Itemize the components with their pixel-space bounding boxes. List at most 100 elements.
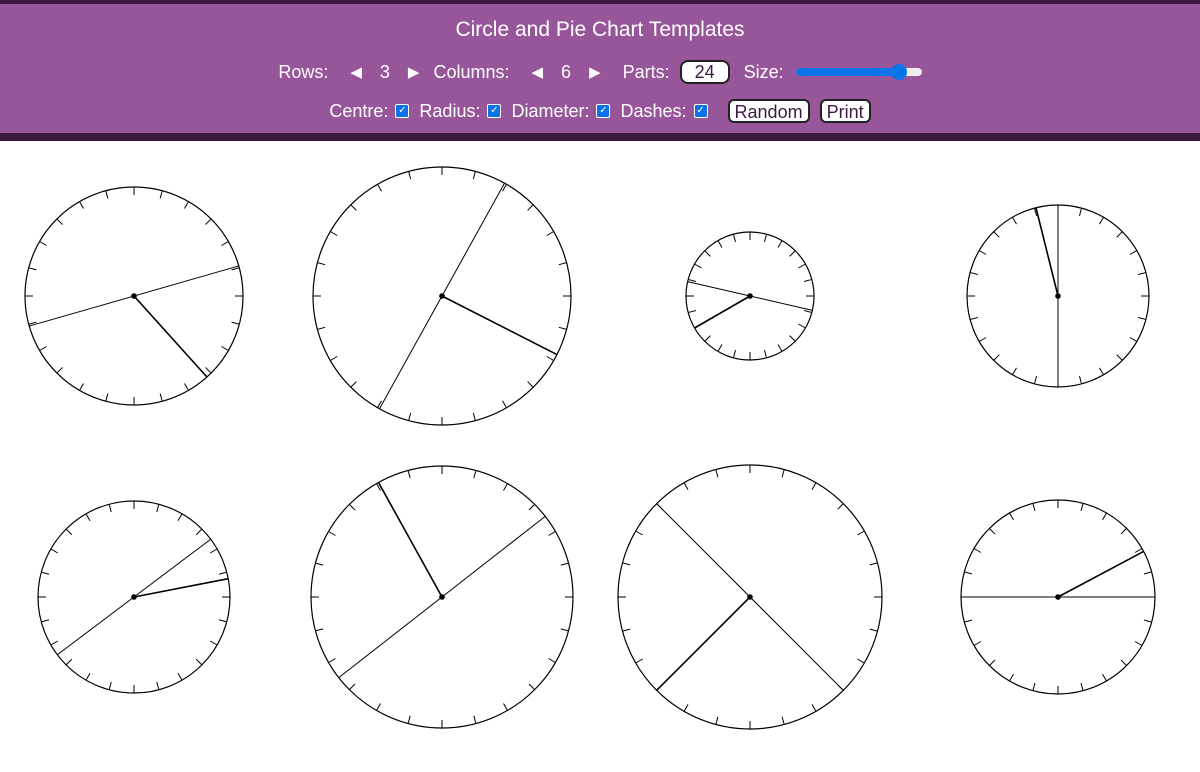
tick-mark <box>781 716 785 725</box>
radius-line <box>133 295 208 378</box>
radius-line <box>656 596 751 691</box>
tick-mark <box>622 628 631 632</box>
radius-checkbox[interactable]: ✓ <box>487 104 502 118</box>
tick-mark <box>969 271 978 276</box>
tick-mark <box>732 349 736 358</box>
tick-mark <box>560 628 569 632</box>
tick-mark <box>837 503 844 510</box>
tick-mark <box>205 218 212 225</box>
columns-decrease-icon[interactable]: ◀ <box>524 63 552 81</box>
tick-mark <box>1099 216 1104 225</box>
tick-mark <box>184 383 189 391</box>
tick-mark <box>1080 682 1084 691</box>
columns-value: 6 <box>561 61 572 82</box>
tick-mark <box>527 381 534 388</box>
tick-mark <box>1009 512 1014 521</box>
tick-mark <box>764 234 768 243</box>
tick-mark <box>156 504 160 513</box>
tick-mark <box>989 528 996 535</box>
tick-mark <box>317 326 326 330</box>
tick-mark <box>85 672 91 681</box>
tick-mark <box>1032 503 1036 512</box>
tick-mark <box>105 393 109 402</box>
tick-mark <box>184 201 189 209</box>
centre-dot <box>747 293 753 299</box>
tick-mark <box>156 681 160 690</box>
rows-decrease-icon[interactable]: ◀ <box>342 63 370 81</box>
tick-mark <box>1102 512 1107 521</box>
tick-mark <box>964 571 973 575</box>
tick-mark <box>408 412 412 421</box>
random-button[interactable]: Random <box>727 99 810 123</box>
tick-mark <box>704 335 711 342</box>
centre-dot <box>439 594 445 600</box>
tick-mark <box>1078 207 1083 216</box>
print-button[interactable]: Print <box>819 99 871 123</box>
tick-mark <box>688 310 697 314</box>
tick-mark <box>177 672 183 681</box>
tick-mark <box>857 658 865 664</box>
tick-mark <box>978 337 987 342</box>
tick-mark <box>1078 376 1083 385</box>
tick-mark <box>546 231 554 236</box>
tick-mark <box>350 204 357 211</box>
tick-mark <box>973 548 982 553</box>
diameter-checkbox[interactable]: ✓ <box>596 104 611 118</box>
tick-mark <box>560 562 569 566</box>
tick-mark <box>79 201 84 209</box>
dashes-checkbox[interactable]: ✓ <box>693 104 708 118</box>
tick-mark <box>857 530 865 536</box>
parts-label: Parts: <box>622 61 670 82</box>
tick-mark <box>159 393 163 402</box>
tick-mark <box>1033 376 1038 385</box>
tick-mark <box>548 658 556 663</box>
tick-mark <box>1138 271 1147 276</box>
tick-mark <box>558 262 567 266</box>
radius-line <box>133 577 229 598</box>
tick-mark <box>108 681 112 690</box>
columns-increase-icon[interactable]: ▶ <box>581 63 609 81</box>
tick-mark <box>328 658 336 663</box>
tick-mark <box>205 367 212 374</box>
tick-mark <box>349 504 356 511</box>
tick-mark <box>317 262 326 266</box>
tick-mark <box>1102 673 1107 682</box>
tick-mark <box>798 263 806 269</box>
tick-mark <box>717 240 723 248</box>
rows-increase-icon[interactable]: ▶ <box>400 63 428 81</box>
tick-mark <box>1120 528 1127 535</box>
radius-line <box>1057 550 1145 598</box>
size-label: Size: <box>743 61 784 82</box>
tick-mark <box>764 349 768 358</box>
tick-mark <box>1138 316 1147 321</box>
parts-input[interactable] <box>679 60 730 84</box>
tick-mark <box>1012 367 1017 376</box>
tick-mark <box>715 716 719 725</box>
tick-mark <box>407 470 411 479</box>
circle-3 <box>685 231 815 361</box>
circle-1 <box>24 186 244 406</box>
circle-4 <box>966 204 1150 388</box>
circle-7 <box>617 464 883 730</box>
toolbar: Circle and Pie Chart Templates Rows: ◀ 3… <box>0 0 1200 141</box>
page-title: Circle and Pie Chart Templates <box>455 18 745 41</box>
tick-mark <box>221 241 229 246</box>
tick-mark <box>502 400 507 408</box>
tick-mark <box>39 346 47 351</box>
radius-line <box>1035 207 1059 297</box>
centre-dot <box>131 293 137 299</box>
tick-mark <box>1134 641 1143 646</box>
tick-mark <box>694 263 702 269</box>
centre-dot <box>131 594 137 600</box>
tick-mark <box>973 641 982 646</box>
centre-checkbox[interactable]: ✓ <box>395 104 410 118</box>
tick-mark <box>869 628 878 632</box>
size-slider-thumb[interactable] <box>890 64 907 80</box>
tick-mark <box>349 683 356 690</box>
size-slider-fill <box>795 68 899 76</box>
tick-mark <box>715 469 719 478</box>
circle-8 <box>960 499 1156 695</box>
tick-mark <box>56 218 63 225</box>
size-slider[interactable] <box>795 62 922 82</box>
tick-mark <box>65 528 73 536</box>
